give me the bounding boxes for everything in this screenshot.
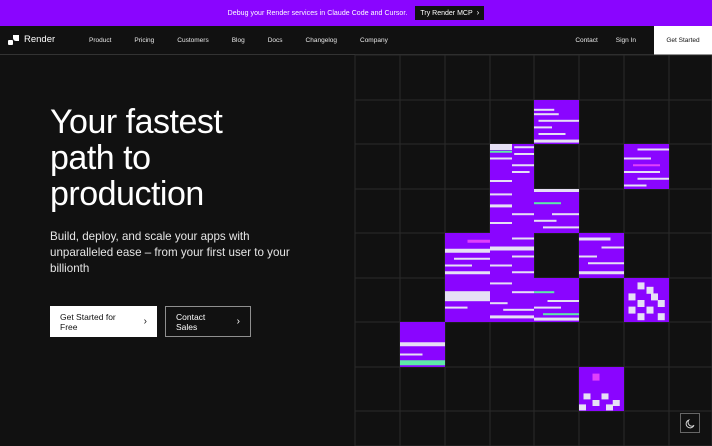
get-started-free-button[interactable]: Get Started for Free › (50, 306, 157, 337)
grid-bar (534, 202, 561, 205)
grid-bar (512, 164, 534, 167)
grid-bar (512, 171, 530, 173)
grid-bar (490, 282, 512, 285)
hero-subtitle: Build, deploy, and scale your apps with … (50, 230, 290, 275)
grid-bar (534, 219, 557, 222)
grid-bar (534, 113, 559, 116)
grid-bar (538, 133, 566, 135)
grid-bar (588, 262, 624, 265)
grid-bar (467, 239, 490, 243)
grid-bar (534, 139, 579, 143)
grid-bar (490, 302, 508, 305)
grid-bar (445, 271, 490, 275)
grid-bar (633, 164, 660, 167)
grid-bar (624, 171, 660, 173)
grid-bar (490, 315, 534, 319)
grid-bar (490, 150, 512, 153)
grid-pixel (628, 293, 636, 301)
grid-bar (503, 308, 534, 311)
moon-icon (685, 418, 694, 428)
grid-bar (579, 237, 611, 241)
grid-bar (514, 146, 534, 149)
grid-bar (637, 148, 669, 151)
grid-bar (624, 157, 651, 160)
contact-sales-button[interactable]: Contact Sales › (165, 306, 251, 337)
grid-bar (512, 255, 534, 258)
grid-bar (445, 291, 490, 302)
grid-bar (543, 313, 579, 316)
grid-bar (445, 264, 472, 267)
grid-pixel (657, 300, 665, 307)
grid-pixel (579, 404, 586, 411)
grid-bar (445, 306, 468, 309)
grid-bar (512, 271, 534, 274)
grid-bar (490, 157, 512, 160)
grid-bar (454, 257, 490, 260)
grid-bar (579, 255, 597, 258)
grid-bar (601, 246, 624, 249)
grid-bar (534, 108, 555, 111)
grid-bar (579, 271, 624, 275)
hero-title: Your fastest path to production (50, 104, 310, 212)
grid-bar (490, 222, 512, 224)
grid-bar (552, 213, 579, 216)
grid-bar (512, 213, 534, 216)
grid-bar (445, 248, 490, 253)
hero-title-line-2: path to (50, 139, 151, 177)
grid-bar (534, 126, 552, 129)
grid-bar (534, 189, 579, 192)
hero-grid-graphic (354, 54, 712, 446)
get-started-free-label: Get Started for Free (60, 311, 116, 332)
grid-cell (490, 189, 534, 233)
grid-pixel (657, 313, 665, 321)
grid-pixel (637, 300, 645, 307)
chevron-right-icon: › (143, 316, 147, 327)
grid-bar (538, 119, 579, 122)
grid-bar (514, 153, 534, 155)
grid-bar (512, 291, 534, 294)
grid-bar (490, 144, 512, 150)
grid-pixel (646, 306, 654, 314)
grid-pixel (637, 282, 645, 290)
grid-pixel (583, 393, 591, 400)
grid-bar (490, 204, 512, 208)
grid-bar (490, 264, 512, 267)
grid-pixel (592, 373, 600, 381)
hero-title-line-3: production (50, 175, 204, 213)
grid-bar (490, 246, 534, 251)
grid-pixel (601, 393, 609, 400)
grid-bar (534, 306, 561, 309)
grid-cell (534, 100, 579, 144)
grid-bar (534, 317, 579, 321)
grid-pixel (637, 313, 645, 321)
grid-bar (637, 177, 669, 180)
contact-sales-label: Contact Sales (176, 311, 206, 332)
grid-bar (534, 291, 555, 294)
theme-toggle-button[interactable] (680, 413, 700, 433)
grid-bar (490, 180, 512, 182)
grid-bar (512, 237, 534, 240)
grid-bar (400, 360, 445, 366)
grid-pixel (651, 293, 658, 301)
grid-bar (543, 226, 579, 229)
grid-pixel (612, 400, 620, 406)
grid-bar (400, 353, 423, 356)
grid-cell (624, 144, 669, 189)
grid-pixel (646, 286, 654, 294)
hero-title-line-1: Your fastest (50, 103, 223, 141)
grid-bar (624, 184, 647, 187)
grid-pixel (628, 306, 636, 314)
grid-bar (490, 193, 512, 196)
grid-bar (547, 300, 579, 302)
grid-pixel (606, 404, 613, 411)
grid-bar (400, 342, 445, 347)
grid-pixel (592, 400, 600, 406)
chevron-right-icon: › (236, 316, 240, 327)
